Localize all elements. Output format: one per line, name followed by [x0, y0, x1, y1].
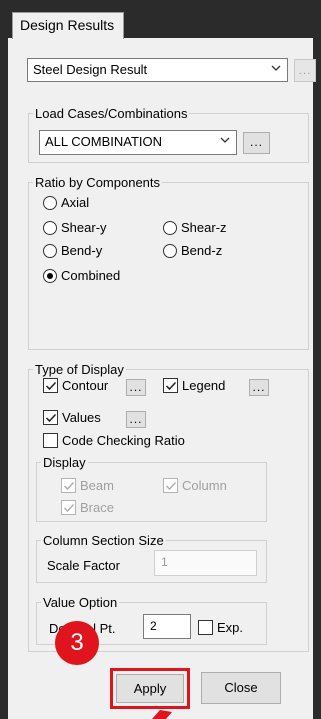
radio-circle	[163, 243, 177, 258]
radio-circle	[43, 243, 57, 258]
radio-circle-selected	[43, 268, 57, 283]
exp-checkbox[interactable]: Exp.	[198, 620, 243, 635]
pointer-arrow-icon	[152, 710, 172, 719]
tab-design-results[interactable]: Design Results	[12, 12, 124, 39]
decimal-pt-input[interactable]: 2	[143, 614, 191, 639]
code-checking-ratio-checkbox[interactable]: Code Checking Ratio	[43, 433, 185, 448]
beam-checkbox[interactable]: Beam	[61, 478, 114, 493]
contour-more-button[interactable]: ...	[126, 379, 146, 396]
radio-circle	[163, 220, 177, 235]
chevron-down-icon	[271, 65, 281, 71]
radio-bend-z[interactable]: Bend-z	[163, 243, 222, 258]
checkbox-box	[43, 410, 58, 425]
radio-bend-y[interactable]: Bend-y	[43, 243, 102, 258]
checkbox-box	[43, 378, 58, 393]
column-checkbox[interactable]: Column	[163, 478, 227, 493]
display-legend: Display	[43, 455, 86, 470]
radio-axial[interactable]: Axial	[43, 195, 89, 210]
brace-checkbox[interactable]: Brace	[61, 500, 114, 515]
radio-shear-z[interactable]: Shear-z	[163, 220, 227, 235]
checkmark-icon	[45, 413, 57, 423]
checkbox-box	[163, 478, 178, 493]
checkmark-icon	[63, 481, 75, 491]
result-type-value: Steel Design Result	[33, 62, 148, 77]
values-checkbox[interactable]: Values	[43, 410, 101, 425]
contour-checkbox[interactable]: Contour	[43, 378, 108, 393]
apply-highlight	[110, 668, 190, 709]
scale-factor-label: Scale Factor	[47, 558, 120, 573]
checkbox-box	[43, 433, 58, 448]
checkbox-box	[198, 620, 213, 635]
radio-circle	[43, 195, 57, 210]
checkmark-icon	[45, 381, 57, 391]
radio-shear-y[interactable]: Shear-y	[43, 220, 107, 235]
result-type-combo[interactable]: Steel Design Result	[27, 58, 288, 82]
checkmark-icon	[165, 381, 177, 391]
radio-combined[interactable]: Combined	[43, 268, 120, 283]
load-cases-legend: Load Cases/Combinations	[35, 106, 188, 121]
value-option-legend: Value Option	[43, 595, 118, 610]
checkbox-box	[61, 478, 76, 493]
radio-circle	[43, 220, 57, 235]
chevron-down-icon	[220, 137, 230, 143]
checkbox-box	[61, 500, 76, 515]
column-section-size-legend: Column Section Size	[43, 533, 164, 548]
legend-more-button[interactable]: ...	[249, 379, 269, 396]
checkmark-icon	[63, 503, 75, 513]
tab-label: Design Results	[20, 17, 115, 33]
values-more-button[interactable]: ...	[126, 411, 146, 428]
checkmark-icon	[165, 481, 177, 491]
scale-factor-input[interactable]: 1	[154, 550, 257, 576]
type-of-display-legend: Type of Display	[35, 362, 124, 377]
load-combination-more-button[interactable]: ...	[243, 132, 270, 154]
step-badge: 3	[55, 621, 99, 665]
result-type-more-button[interactable]: ...	[294, 59, 316, 82]
legend-checkbox[interactable]: Legend	[163, 378, 225, 393]
load-combination-value: ALL COMBINATION	[45, 134, 163, 149]
close-button[interactable]: Close	[201, 672, 281, 704]
load-combination-combo[interactable]: ALL COMBINATION	[39, 130, 237, 155]
ratio-components-legend: Ratio by Components	[35, 175, 161, 190]
checkbox-box	[163, 378, 178, 393]
